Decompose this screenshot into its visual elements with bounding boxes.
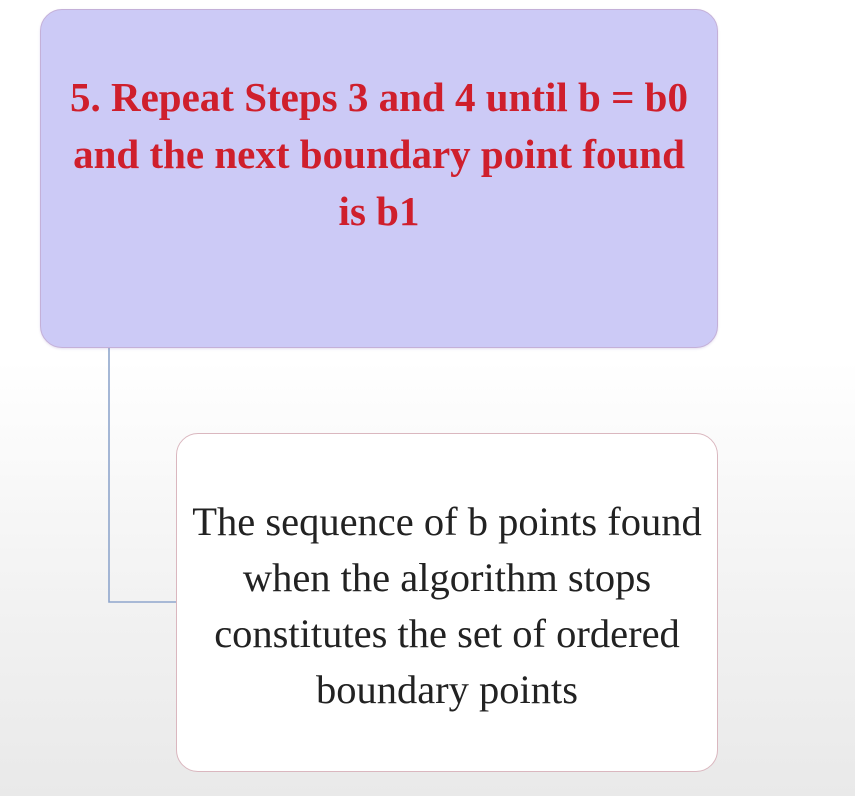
hierarchy-diagram: 5. Repeat Steps 3 and 4 until b = b0 and… xyxy=(0,0,855,796)
result-box: The sequence of b points found when the … xyxy=(176,433,718,772)
result-box-text: The sequence of b points found when the … xyxy=(192,498,702,712)
step-box: 5. Repeat Steps 3 and 4 until b = b0 and… xyxy=(40,9,718,348)
step-box-text: 5. Repeat Steps 3 and 4 until b = b0 and… xyxy=(70,74,688,234)
